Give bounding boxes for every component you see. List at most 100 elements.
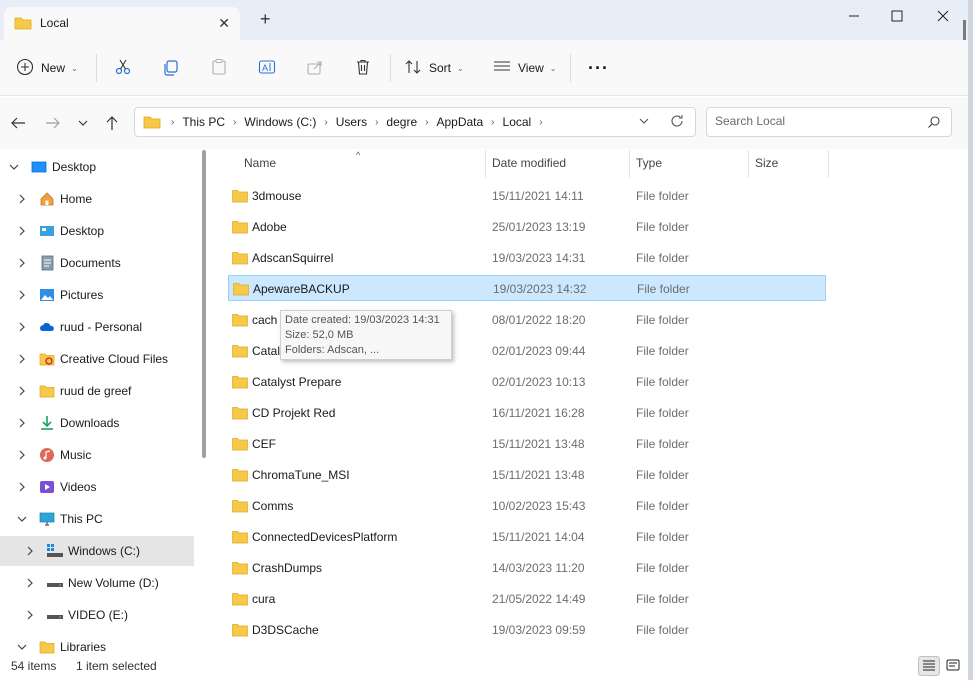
column-header-name[interactable]: Name [238,150,486,178]
sidebar-item-ruud-de-greef[interactable]: ruud de greef [0,376,194,406]
tiles-view-button[interactable] [942,656,964,676]
breadcrumb-windows-c[interactable]: Windows (C:) [244,115,316,129]
chevron-right-icon[interactable] [16,321,28,333]
chevron-right-icon[interactable] [24,577,36,589]
file-row-selected[interactable]: ApewareBACKUP 19/03/2023 14:32 File fold… [228,275,826,301]
new-button[interactable]: New ⌄ [16,56,78,80]
breadcrumb-degre[interactable]: degre [386,115,417,129]
address-history-dropdown[interactable] [637,114,651,131]
up-button[interactable] [102,113,122,133]
file-type: File folder [636,220,689,234]
forward-button[interactable] [43,113,63,133]
copy-button[interactable] [162,56,180,80]
desktop-icon [39,223,55,239]
chevron-right-icon[interactable] [16,417,28,429]
chevron-down-icon[interactable] [16,513,28,525]
sidebar-item-desktop-root[interactable]: Desktop [0,152,194,182]
back-button[interactable] [8,113,28,133]
refresh-icon[interactable] [669,113,685,132]
view-button[interactable]: View ⌄ [493,56,557,80]
chevron-down-icon: ⌄ [457,63,464,73]
chevron-right-icon[interactable] [24,545,36,557]
sort-button[interactable]: Sort ⌄ [404,56,464,80]
close-button[interactable] [920,0,966,32]
sidebar-item-label: Pictures [60,288,104,302]
file-name: cach [252,313,278,327]
chevron-right-icon[interactable] [16,353,28,365]
delete-button[interactable] [354,56,372,80]
file-row[interactable]: CEF 15/11/2021 13:48 File folder [228,431,826,457]
minimize-button[interactable] [831,0,877,32]
trash-icon [354,58,372,79]
pictures-icon [39,287,55,303]
folder-icon [233,282,249,299]
tab-close-icon[interactable]: ✕ [218,15,230,32]
content-scrollbar-thumb[interactable] [963,20,966,40]
file-row[interactable]: cura 21/05/2022 14:49 File folder [228,586,826,612]
column-header-size[interactable]: Size [749,150,829,178]
sidebar-item-video-e[interactable]: VIDEO (E:) [0,600,194,630]
sidebar-item-pictures[interactable]: Pictures [0,280,194,310]
column-header-date[interactable]: Date modified [486,150,630,178]
search-icon[interactable] [927,115,941,132]
sidebar-item-music[interactable]: Music [0,440,194,470]
maximize-button[interactable] [874,0,920,32]
file-row[interactable]: 3dmouse 15/11/2021 14:11 File folder [228,183,826,209]
paste-button[interactable] [210,56,228,80]
sidebar-item-new-volume-d[interactable]: New Volume (D:) [0,568,194,598]
chevron-right-icon[interactable] [24,609,36,621]
chevron-right-icon[interactable] [16,481,28,493]
chevron-right-icon[interactable] [16,225,28,237]
sidebar-item-videos[interactable]: Videos [0,472,194,502]
sidebar-item-downloads[interactable]: Downloads [0,408,194,438]
file-date: 10/02/2023 15:43 [492,499,586,513]
file-row[interactable]: ChromaTune_MSI 15/11/2021 13:48 File fol… [228,462,826,488]
sidebar-item-label: ruud - Personal [60,320,143,334]
column-header-type[interactable]: Type [630,150,749,178]
chevron-right-icon[interactable] [16,385,28,397]
file-row[interactable]: CrashDumps 14/03/2023 11:20 File folder [228,555,826,581]
chevron-right-icon[interactable] [16,289,28,301]
sidebar-item-home[interactable]: Home [0,184,194,214]
more-options-button[interactable]: ··· [588,56,609,80]
details-view-button[interactable] [918,656,940,676]
sidebar-item-libraries[interactable]: Libraries [0,632,194,655]
cut-button[interactable] [114,56,132,80]
sidebar-item-onedrive[interactable]: ruud - Personal [0,312,194,342]
sidebar-scrollbar[interactable] [202,150,206,458]
file-type: File folder [637,282,690,296]
search-input[interactable] [715,114,915,128]
file-row[interactable]: CD Projekt Red 16/11/2021 16:28 File fol… [228,400,826,426]
sidebar-item-windows-c[interactable]: Windows (C:) [0,536,194,566]
sidebar-item-creative-cloud[interactable]: Creative Cloud Files [0,344,194,374]
sidebar-item-label: VIDEO (E:) [68,608,129,622]
file-row[interactable]: ConnectedDevicesPlatform 15/11/2021 14:0… [228,524,826,550]
sidebar-item-this-pc[interactable]: This PC [0,504,194,534]
file-row[interactable]: Adobe 25/01/2023 13:19 File folder [228,214,826,240]
sidebar-item-documents[interactable]: Documents [0,248,194,278]
file-row[interactable]: Comms 10/02/2023 15:43 File folder [228,493,826,519]
chevron-down-icon[interactable] [8,161,20,173]
rename-button[interactable]: A [258,56,276,80]
recent-locations-button[interactable] [73,113,93,133]
file-row[interactable]: D3DSCache 19/03/2023 09:59 File folder [228,617,826,643]
share-button[interactable] [306,56,324,80]
chevron-right-icon[interactable] [16,193,28,205]
chevron-right-icon[interactable] [16,257,28,269]
search-box[interactable] [706,107,952,137]
breadcrumb-this-pc[interactable]: This PC [182,115,225,129]
chevron-right-icon[interactable] [16,449,28,461]
sidebar-item-desktop[interactable]: Desktop [0,216,194,246]
address-bar[interactable]: › This PC › Windows (C:) › Users › degre… [134,107,696,137]
chevron-down-icon[interactable] [16,641,28,653]
breadcrumb-local[interactable]: Local [503,115,532,129]
breadcrumb-appdata[interactable]: AppData [436,115,483,129]
tab-local[interactable]: Local ✕ [4,7,240,40]
file-row[interactable]: Catalyst Prepare 02/01/2023 10:13 File f… [228,369,826,395]
share-icon [306,58,324,79]
chevron-right-icon: › [375,116,379,128]
file-row[interactable]: AdscanSquirrel 19/03/2023 14:31 File fol… [228,245,826,271]
breadcrumb-users[interactable]: Users [336,115,367,129]
new-tab-button[interactable]: + [260,10,271,28]
folder-icon [14,16,32,33]
